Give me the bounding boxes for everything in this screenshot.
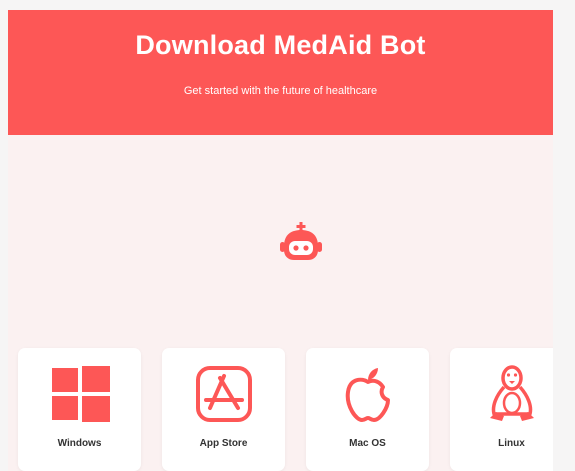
platform-list: Windows App Store Mac OS Linux [18,348,553,471]
hero-banner: Download MedAid Bot Get started with the… [8,10,553,135]
apple-icon [345,368,390,422]
download-page: Download MedAid Bot Get started with the… [8,10,553,471]
app-store-icon [196,366,252,422]
windows-download-card[interactable]: Windows [18,348,141,471]
windows-label: Windows [57,438,102,449]
side-gutter [553,0,575,471]
linux-icon [490,365,534,421]
linux-label: Linux [498,438,525,449]
linux-download-card[interactable]: Linux [450,348,553,471]
page-title: Download MedAid Bot [135,30,426,60]
mac-os-label: Mac OS [349,438,386,449]
windows-icon [52,366,110,422]
app-store-download-card[interactable]: App Store [162,348,285,471]
app-store-label: App Store [199,438,248,449]
medical-bot-icon [280,222,322,260]
page-subtitle: Get started with the future of healthcar… [183,85,378,97]
mac-os-download-card[interactable]: Mac OS [306,348,429,471]
